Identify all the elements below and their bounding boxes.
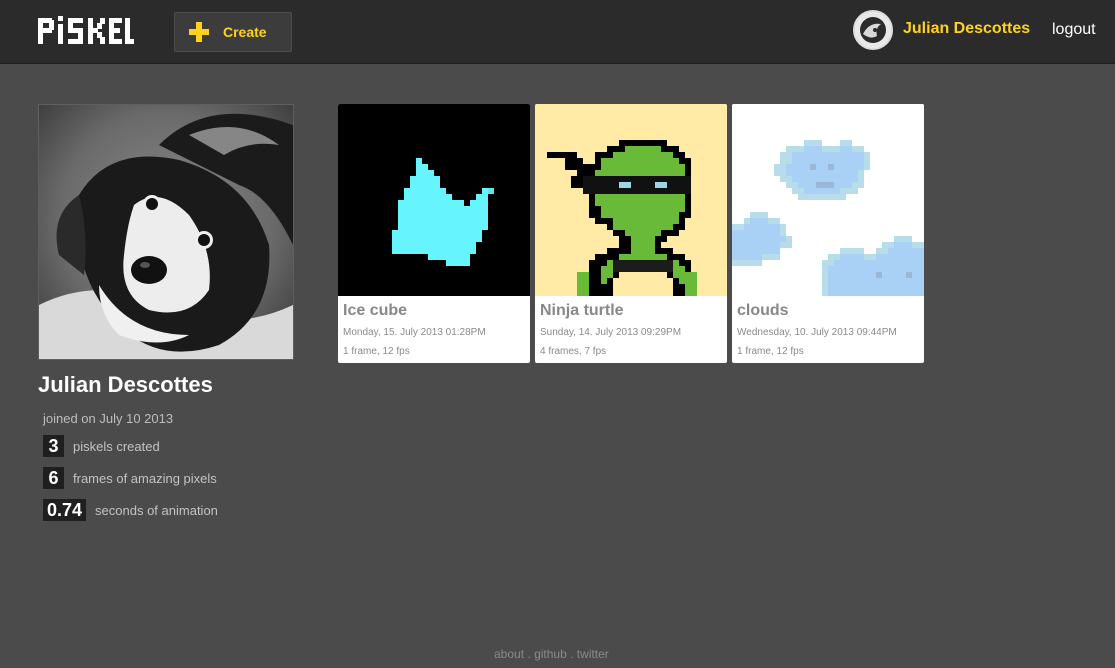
piskel-card-ninja-turtle[interactable]: Ninja turtle Sunday, 14. July 2013 09:29… bbox=[535, 104, 727, 363]
stat-value: 0.74 bbox=[43, 499, 87, 521]
footer: about . github . twitter bbox=[494, 647, 609, 661]
stat-frames: 6 frames of amazing pixels bbox=[43, 467, 217, 489]
piskel-meta: 4 frames, 7 fps bbox=[540, 346, 607, 357]
clouds-thumbnail bbox=[732, 104, 924, 296]
user-name-link[interactable]: Julian Descottes bbox=[903, 20, 1030, 38]
footer-separator: . bbox=[527, 647, 531, 661]
footer-link-twitter[interactable]: twitter bbox=[577, 647, 609, 661]
profile-name: Julian Descottes bbox=[38, 372, 213, 397]
user-avatar[interactable] bbox=[853, 10, 893, 50]
footer-link-github[interactable]: github bbox=[534, 647, 567, 661]
stat-label: frames of amazing pixels bbox=[73, 470, 217, 486]
top-bar: Create Julian Descottes logout bbox=[0, 0, 1115, 64]
piskel-title[interactable]: Ninja turtle bbox=[540, 302, 624, 320]
stat-piskels-created: 3 piskels created bbox=[43, 435, 160, 457]
logout-link[interactable]: logout bbox=[1052, 21, 1096, 39]
create-button[interactable]: Create bbox=[174, 12, 292, 52]
create-button-label: Create bbox=[223, 24, 267, 40]
piskel-card-clouds[interactable]: clouds Wednesday, 10. July 2013 09:44PM … bbox=[732, 104, 924, 363]
user-avatar-image bbox=[855, 12, 891, 48]
stat-label: seconds of animation bbox=[95, 502, 218, 518]
footer-separator: . bbox=[570, 647, 574, 661]
piskel-card-ice-cube[interactable]: Ice cube Monday, 15. July 2013 01:28PM 1… bbox=[338, 104, 530, 363]
piskel-title[interactable]: Ice cube bbox=[343, 302, 407, 320]
footer-link-about[interactable]: about bbox=[494, 647, 524, 661]
piskel-date: Sunday, 14. July 2013 09:29PM bbox=[540, 327, 682, 338]
joined-date: joined on July 10 2013 bbox=[43, 411, 174, 426]
stat-value: 3 bbox=[43, 435, 64, 457]
plus-icon bbox=[189, 22, 209, 42]
piskel-meta: 1 frame, 12 fps bbox=[737, 346, 804, 357]
dog-photo-image bbox=[39, 105, 293, 359]
piskel-logo[interactable] bbox=[38, 13, 134, 47]
piskel-date: Monday, 15. July 2013 01:28PM bbox=[343, 327, 486, 338]
stat-value: 6 bbox=[43, 467, 64, 489]
ice-cube-thumbnail bbox=[338, 104, 530, 296]
piskel-logo-icon bbox=[38, 16, 134, 44]
piskel-title[interactable]: clouds bbox=[737, 302, 789, 320]
piskel-meta: 1 frame, 12 fps bbox=[343, 346, 410, 357]
piskel-date: Wednesday, 10. July 2013 09:44PM bbox=[737, 327, 897, 338]
profile-photo bbox=[38, 104, 294, 360]
ninja-turtle-thumbnail bbox=[535, 104, 727, 296]
stat-seconds: 0.74 seconds of animation bbox=[43, 499, 218, 521]
stat-label: piskels created bbox=[73, 438, 160, 454]
